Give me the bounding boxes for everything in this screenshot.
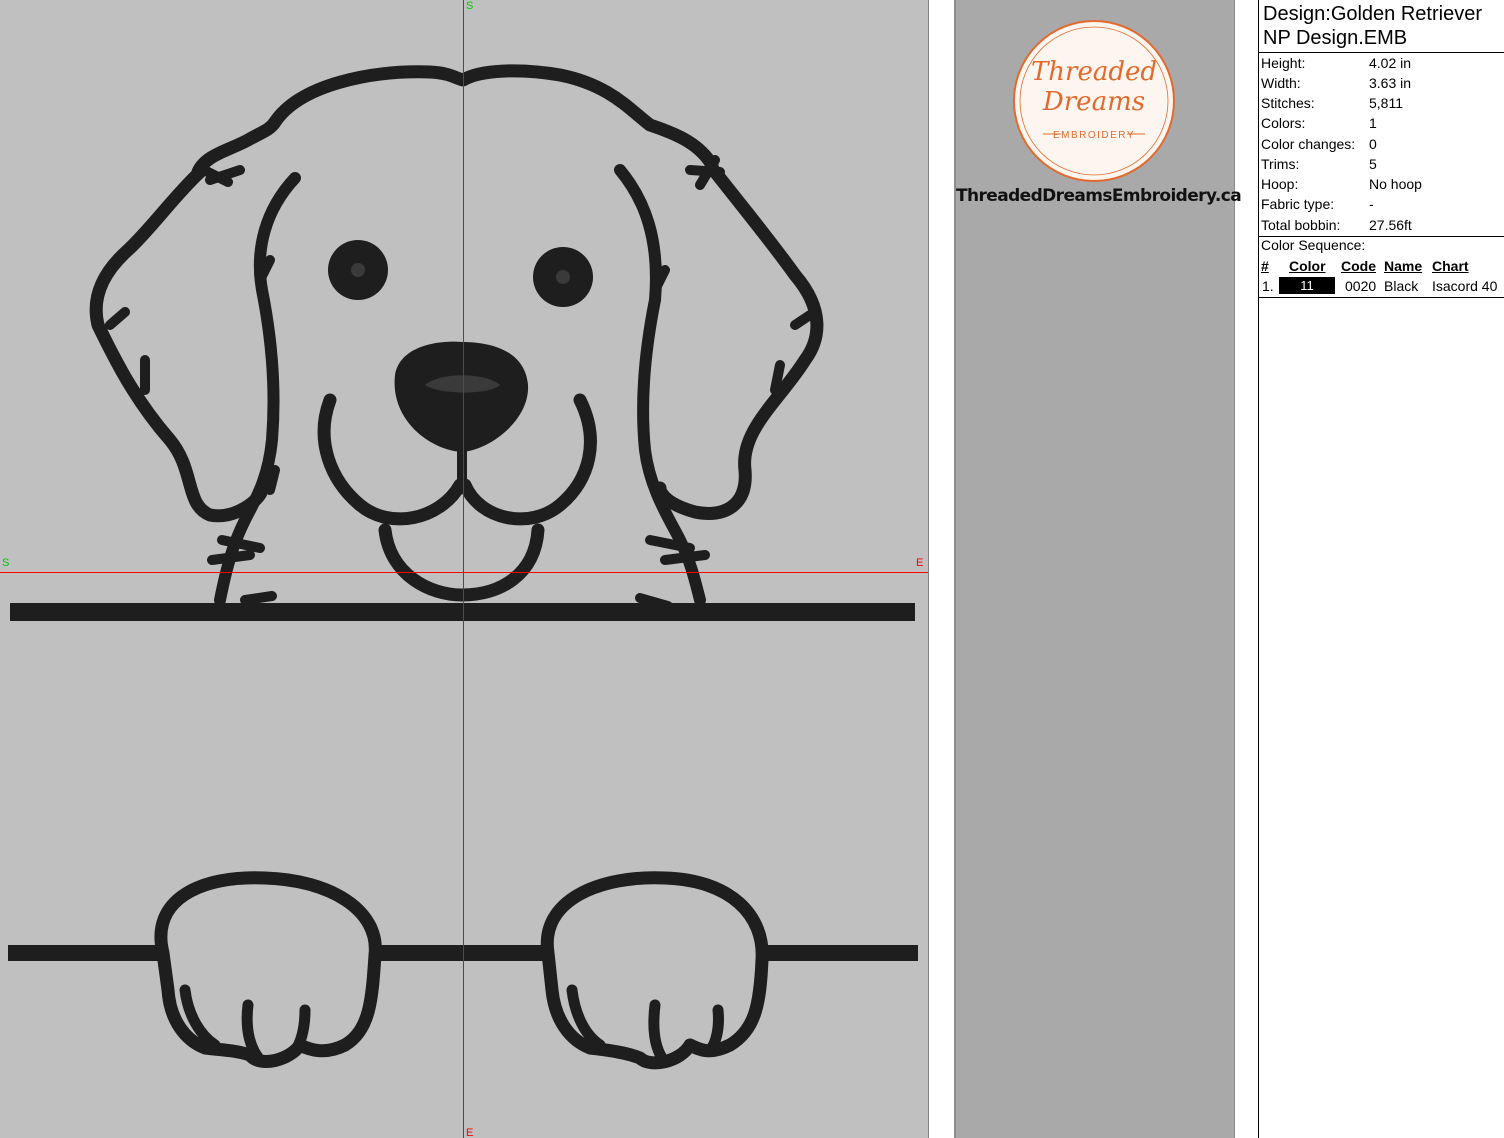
field-height-value: 4.02 in <box>1369 55 1412 71</box>
field-height-label: Height: <box>1261 55 1306 71</box>
col-name-header: Name <box>1384 258 1423 274</box>
field-trims-label: Trims: <box>1261 156 1300 172</box>
head-outline <box>191 64 719 179</box>
field-stitches-value: 5,811 <box>1369 95 1403 111</box>
field-trims-value: 5 <box>1369 156 1377 172</box>
field-color-changes-value: 0 <box>1369 136 1377 152</box>
brand-line1: Threaded <box>1031 57 1157 87</box>
row-num: 1. <box>1262 278 1274 294</box>
row-name: Black <box>1384 278 1419 294</box>
right-face-line <box>614 164 706 606</box>
field-colors-value: 1 <box>1369 115 1377 131</box>
logo-panel: Threaded Dreams EMBROIDERY ThreadedDream… <box>954 0 1242 1138</box>
row-code: 0020 <box>1345 278 1377 294</box>
website-text: ThreadedDreamsEmbroidery.ca <box>956 186 1242 206</box>
field-bobbin-label: Total bobbin: <box>1261 217 1341 233</box>
axis-label-left: S <box>2 557 10 569</box>
design-file: NP Design.EMB <box>1263 27 1408 49</box>
field-colors-label: Colors: <box>1261 115 1306 131</box>
brand-line2: Dreams <box>1042 87 1145 117</box>
nose <box>394 341 529 452</box>
axis-label-top: S <box>466 0 474 12</box>
design-name: Design:Golden Retriever <box>1263 3 1482 25</box>
axis-label-right: E <box>916 557 924 569</box>
vertical-axis <box>463 0 464 1138</box>
col-chart-header: Chart <box>1432 258 1469 274</box>
field-fabric-label: Fabric type: <box>1261 196 1335 212</box>
design-info-panel: Design:Golden Retriever NP Design.EMB He… <box>1258 0 1504 1138</box>
row-chart: Isacord 40 <box>1432 278 1498 294</box>
field-bobbin-value: 27.56ft <box>1369 217 1412 233</box>
left-face-line <box>214 172 301 606</box>
color-swatch: 11 <box>1279 277 1335 294</box>
color-sequence-label: Color Sequence: <box>1261 237 1366 253</box>
panel-gap <box>929 0 954 1138</box>
field-hoop-label: Hoop: <box>1261 176 1299 192</box>
col-num-header: # <box>1261 258 1269 274</box>
axis-label-bottom: E <box>466 1127 474 1138</box>
left-ear <box>89 165 269 523</box>
embroidery-design <box>8 64 918 1070</box>
design-canvas[interactable]: S S E E <box>0 0 929 1138</box>
left-paw <box>154 871 382 1069</box>
brand-sub: EMBROIDERY <box>1053 130 1135 141</box>
field-stitches-label: Stitches: <box>1261 95 1315 111</box>
field-hoop-value: No hoop <box>1369 176 1422 192</box>
field-width-label: Width: <box>1261 75 1301 91</box>
field-fabric-value: - <box>1369 196 1374 212</box>
field-width-value: 3.63 in <box>1369 75 1412 91</box>
tongue <box>378 523 545 602</box>
col-color-header: Color <box>1289 258 1326 274</box>
horizontal-axis <box>0 572 928 573</box>
field-color-changes-label: Color changes: <box>1261 136 1356 152</box>
brand-logo: Threaded Dreams EMBROIDERY <box>1013 20 1175 182</box>
right-ear <box>653 161 824 520</box>
col-code-header: Code <box>1341 258 1376 274</box>
